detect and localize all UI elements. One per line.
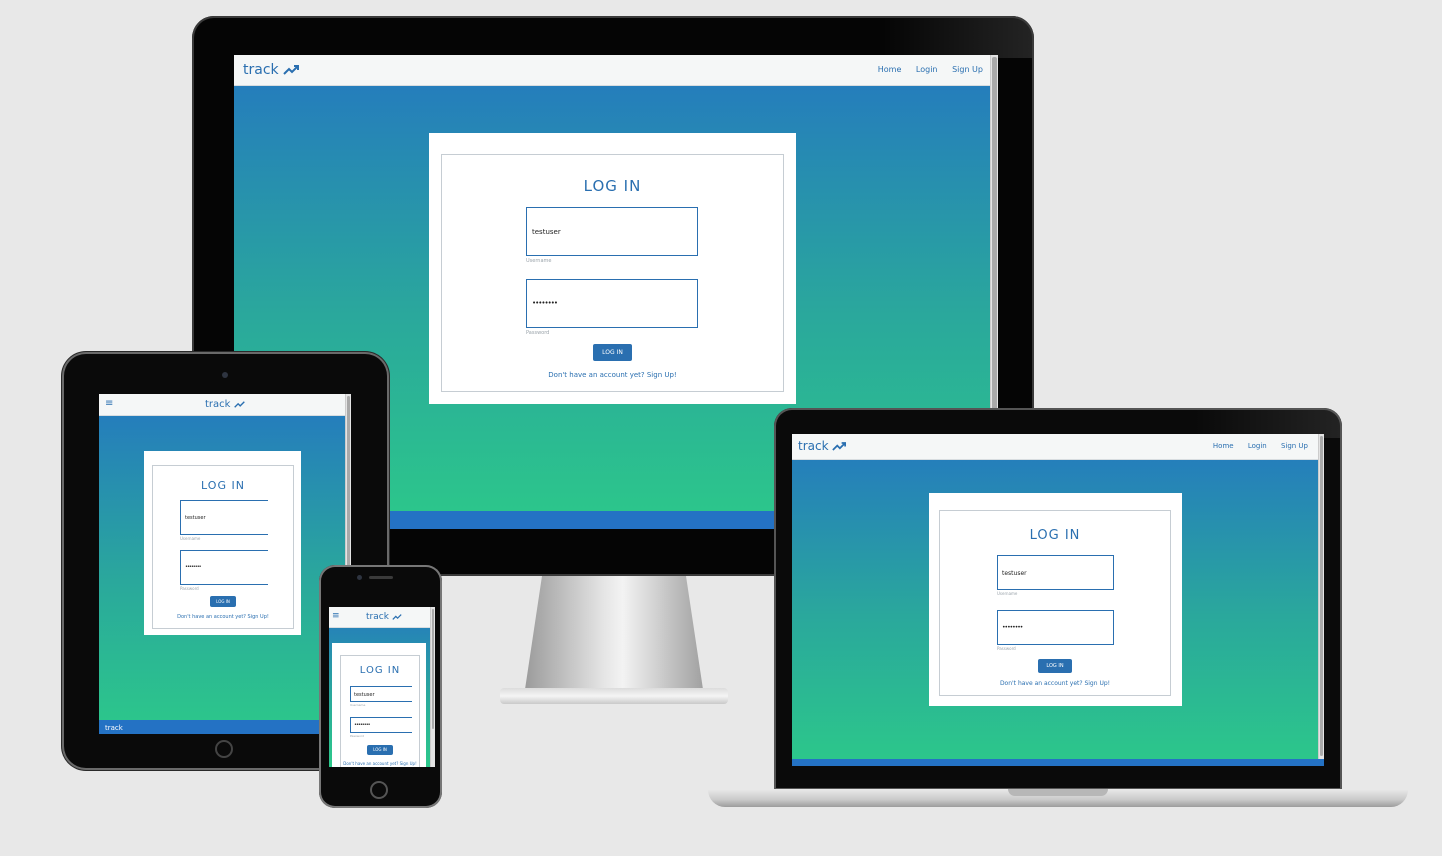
password-label: Password	[997, 646, 1016, 651]
phone-home-button[interactable]	[370, 781, 388, 799]
login-title: LOG IN	[359, 665, 401, 676]
password-input[interactable]: ••••••••	[526, 279, 698, 328]
footer-bar: track Home Log	[99, 720, 351, 734]
trending-up-icon	[832, 442, 847, 451]
login-card: LOG IN testuser Username •••••••• Passwo…	[332, 643, 426, 767]
signup-prompt-link[interactable]: Don't have an account yet? Sign Up!	[153, 614, 293, 620]
password-label: Password	[180, 586, 199, 591]
nav-signup-link[interactable]: Sign Up	[1281, 442, 1308, 450]
hamburger-icon[interactable]: ≡	[105, 398, 113, 409]
signup-prompt-link[interactable]: Don't have an account yet? Sign Up!	[341, 761, 419, 766]
username-label: Username	[350, 703, 366, 707]
login-button[interactable]: LOG IN	[367, 745, 393, 755]
login-card: LOG IN testuser Username •••••••• Passwo…	[144, 451, 301, 635]
password-input[interactable]: ••••••••	[350, 717, 412, 733]
monitor-glare	[882, 18, 1032, 58]
login-card: LOG IN testuser Username •••••••• Passwo…	[929, 493, 1182, 706]
laptop-notch	[1008, 789, 1108, 796]
footer-bar	[792, 759, 1324, 766]
login-title: LOG IN	[583, 177, 642, 195]
login-frame: LOG IN testuser Username •••••••• Passwo…	[939, 510, 1171, 696]
phone-screen: ≡ track LOG IN testuser Username •••••••…	[329, 607, 435, 767]
login-title: LOG IN	[1029, 528, 1081, 543]
scrollbar[interactable]	[430, 607, 435, 767]
phone-camera	[357, 575, 362, 580]
trending-up-icon	[283, 65, 300, 75]
username-input[interactable]: testuser	[997, 555, 1114, 590]
brand-logo[interactable]: track	[205, 399, 245, 410]
username-label: Username	[180, 536, 201, 541]
hamburger-icon[interactable]: ≡	[332, 611, 340, 621]
signup-prompt-link[interactable]: Don't have an account yet? Sign Up!	[442, 371, 783, 379]
nav-login-link[interactable]: Login	[1248, 442, 1267, 450]
username-input[interactable]: testuser	[526, 207, 698, 256]
login-title: LOG IN	[201, 479, 245, 492]
nav-signup-link[interactable]: Sign Up	[952, 65, 983, 74]
footer-brand: track	[105, 724, 123, 732]
signup-prompt-link[interactable]: Don't have an account yet? Sign Up!	[940, 680, 1170, 687]
navbar: ≡ track	[99, 394, 351, 416]
password-label: Password	[526, 330, 550, 336]
password-input[interactable]: ••••••••	[180, 550, 268, 585]
nav-links: Home Login Sign Up	[1201, 442, 1308, 450]
phone-speaker	[369, 576, 393, 579]
username-input[interactable]: testuser	[180, 500, 268, 535]
tablet-screen: ≡ track LOG IN testuser Username •••••••…	[99, 394, 351, 734]
monitor-stand	[500, 576, 728, 726]
password-input[interactable]: ••••••••	[997, 610, 1114, 645]
laptop-base	[708, 789, 1408, 807]
brand-logo[interactable]: track	[243, 62, 300, 78]
login-card: LOG IN testuser Username •••••••• Passwo…	[429, 133, 796, 404]
login-frame: LOG IN testuser Username •••••••• Passwo…	[441, 154, 784, 392]
scrollbar[interactable]	[1318, 434, 1324, 766]
username-input[interactable]: testuser	[350, 686, 412, 702]
trending-up-icon	[233, 400, 245, 408]
trending-up-icon	[392, 613, 402, 620]
login-button[interactable]: LOG IN	[1038, 659, 1072, 673]
login-frame: LOG IN testuser Username •••••••• Passwo…	[340, 655, 420, 767]
login-button[interactable]: LOG IN	[593, 344, 632, 361]
nav-home-link[interactable]: Home	[1213, 442, 1234, 450]
brand-logo[interactable]: track	[798, 439, 847, 453]
navbar: track Home Login Sign Up	[792, 434, 1318, 460]
username-label: Username	[997, 591, 1018, 596]
password-label: Password	[350, 734, 365, 738]
username-label: Username	[526, 258, 552, 264]
navbar: track Home Login Sign Up	[234, 55, 990, 86]
scrollbar-thumb[interactable]	[432, 609, 434, 729]
scrollbar-thumb[interactable]	[1320, 436, 1323, 756]
tablet-camera	[222, 372, 228, 378]
nav-links: Home Login Sign Up	[866, 65, 983, 74]
nav-login-link[interactable]: Login	[916, 65, 938, 74]
login-button[interactable]: LOG IN	[210, 596, 236, 607]
login-frame: LOG IN testuser Username •••••••• Passwo…	[152, 465, 294, 629]
tablet-home-button[interactable]	[215, 740, 233, 758]
nav-home-link[interactable]: Home	[878, 65, 902, 74]
navbar: ≡ track	[329, 607, 435, 628]
brand-logo[interactable]: track	[366, 612, 402, 622]
laptop-screen: track Home Login Sign Up LOG IN testuser…	[792, 434, 1324, 766]
